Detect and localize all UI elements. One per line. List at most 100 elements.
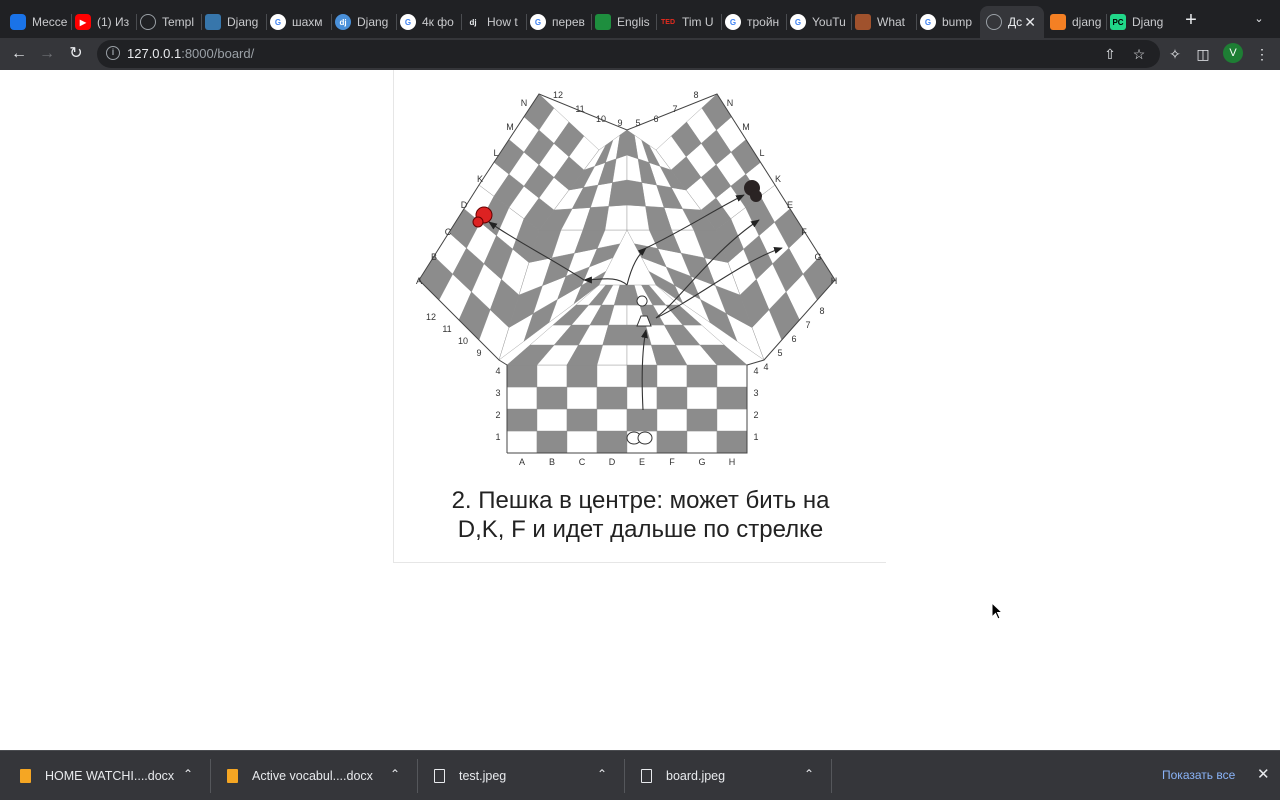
- site-info-icon[interactable]: i: [106, 46, 120, 60]
- side-panel-icon[interactable]: ◫: [1193, 44, 1213, 64]
- rank-label: 5: [777, 348, 782, 358]
- new-tab-icon[interactable]: +: [1180, 9, 1202, 31]
- forward-icon[interactable]: →: [35, 42, 59, 66]
- file-label: N: [521, 98, 528, 108]
- tab-separator: [266, 14, 267, 30]
- extensions-icon[interactable]: ✧: [1165, 44, 1185, 64]
- rank-label: 9: [476, 348, 481, 358]
- url-text[interactable]: 127.0.0.1:8000/board/: [127, 46, 254, 61]
- django-icon: dj: [335, 14, 351, 30]
- board-square: [656, 386, 688, 410]
- docx-icon: [227, 769, 238, 783]
- download-options-chevron-icon[interactable]: ⌃: [597, 767, 607, 781]
- tab-13[interactable]: What: [855, 6, 913, 38]
- download-options-chevron-icon[interactable]: ⌃: [183, 767, 193, 781]
- rank-label: 11: [575, 104, 584, 114]
- tab-5[interactable]: dj Djang: [335, 6, 393, 38]
- reload-icon[interactable]: ↻: [64, 42, 88, 66]
- url-host: 127.0.0.1: [127, 46, 182, 61]
- rank-label: 7: [672, 104, 677, 114]
- tab-title: Templ: [162, 15, 195, 29]
- board-square: [656, 430, 688, 454]
- download-item[interactable]: Active vocabul....docx ⌃: [227, 751, 412, 801]
- download-item[interactable]: board.jpeg ⌃: [641, 751, 826, 801]
- file-label: H: [831, 276, 838, 286]
- tab-3[interactable]: Djang: [205, 6, 263, 38]
- download-separator: [624, 759, 625, 793]
- globe-icon: [140, 14, 156, 30]
- show-all-downloads-link[interactable]: Показать все: [1162, 768, 1235, 782]
- download-options-chevron-icon[interactable]: ⌃: [390, 767, 400, 781]
- tab-title: перев: [552, 15, 585, 29]
- close-tab-icon[interactable]: ✕: [1024, 14, 1036, 31]
- download-item[interactable]: test.jpeg ⌃: [434, 751, 619, 801]
- tab-separator: [71, 14, 72, 30]
- tab-separator: [461, 14, 462, 30]
- menu-kebab-icon[interactable]: ⋮: [1252, 44, 1272, 64]
- tab-7[interactable]: dj How t: [465, 6, 523, 38]
- three-player-chessboard: A B C D E F G H1 12 23 34 4 456781211109121110 9 5 678A…: [416, 90, 838, 467]
- docx-icon: [20, 769, 31, 783]
- board-square: [716, 364, 748, 388]
- board-square: [506, 364, 538, 388]
- rank-label: 12: [426, 312, 436, 322]
- address-bar[interactable]: i 127.0.0.1:8000/board/ ⇧ ☆: [97, 40, 1160, 68]
- tab-title: Djang: [357, 15, 389, 29]
- rank-label: 1: [495, 432, 500, 442]
- bookmark-star-icon[interactable]: ☆: [1129, 44, 1149, 64]
- board-square: [506, 430, 538, 454]
- tab-1[interactable]: ▶ (1) Из: [75, 6, 133, 38]
- file-label: H: [729, 457, 736, 467]
- download-separator: [417, 759, 418, 793]
- google-icon: G: [725, 14, 741, 30]
- share-icon[interactable]: ⇧: [1100, 44, 1120, 64]
- youtube-icon: ▶: [75, 14, 91, 30]
- file-label: E: [787, 200, 793, 210]
- google-icon: G: [920, 14, 936, 30]
- board-square: [536, 430, 568, 454]
- rank-label: 4: [763, 362, 768, 372]
- board-square: [656, 364, 688, 388]
- red-piece: [472, 216, 484, 228]
- tab-separator: [786, 14, 787, 30]
- tab-search-icon[interactable]: ⌄: [1250, 10, 1268, 28]
- back-icon[interactable]: ←: [7, 42, 31, 66]
- board-square: [686, 386, 718, 410]
- tab-17[interactable]: PC Djang: [1110, 6, 1168, 38]
- tab-separator: [721, 14, 722, 30]
- tab-title: Мессе: [32, 15, 68, 29]
- tab-11[interactable]: Gтройн: [725, 6, 783, 38]
- file-label: G: [814, 252, 821, 262]
- rank-label: 4: [753, 366, 758, 376]
- download-filename: test.jpeg: [459, 769, 507, 783]
- tab-2[interactable]: Templ: [140, 6, 198, 38]
- tab-separator: [396, 14, 397, 30]
- tab-strip: Мессе ▶ (1) Из Templ Djang Gшахм dj Djang G 4к фо…: [0, 0, 1280, 38]
- tab-0[interactable]: Мессе: [10, 6, 68, 38]
- tab-16[interactable]: djang: [1050, 6, 1108, 38]
- tab-14[interactable]: Gbump: [920, 6, 978, 38]
- profile-avatar[interactable]: V: [1223, 43, 1243, 63]
- download-item[interactable]: HOME WATCHI....docx ⌃: [20, 751, 205, 801]
- tab-4[interactable]: Gшахм: [270, 6, 328, 38]
- download-filename: board.jpeg: [666, 769, 726, 783]
- board-square: [686, 408, 718, 432]
- tab-15[interactable]: Дс ✕: [980, 6, 1044, 38]
- tab-separator: [916, 14, 917, 30]
- tab-separator: [201, 14, 202, 30]
- download-options-chevron-icon[interactable]: ⌃: [804, 767, 814, 781]
- rank-label: 2: [753, 410, 758, 420]
- ted-icon: TED: [661, 18, 675, 26]
- tab-12[interactable]: G YouTu: [790, 6, 848, 38]
- tab-title: тройн: [747, 15, 780, 29]
- rank-label: 3: [495, 388, 500, 398]
- tab-separator: [526, 14, 527, 30]
- image-file-icon: [641, 769, 652, 783]
- browser-toolbar: ← → ↻ i 127.0.0.1:8000/board/ ⇧ ☆ ✧ ◫ V …: [0, 38, 1280, 70]
- tab-10[interactable]: TED Tim U: [660, 6, 718, 38]
- tab-9[interactable]: Englis: [595, 6, 653, 38]
- board-square: [536, 408, 568, 432]
- tab-6[interactable]: G 4к фо: [400, 6, 458, 38]
- tab-8[interactable]: Gперев: [530, 6, 588, 38]
- close-downloads-bar-icon[interactable]: ✕: [1257, 765, 1270, 783]
